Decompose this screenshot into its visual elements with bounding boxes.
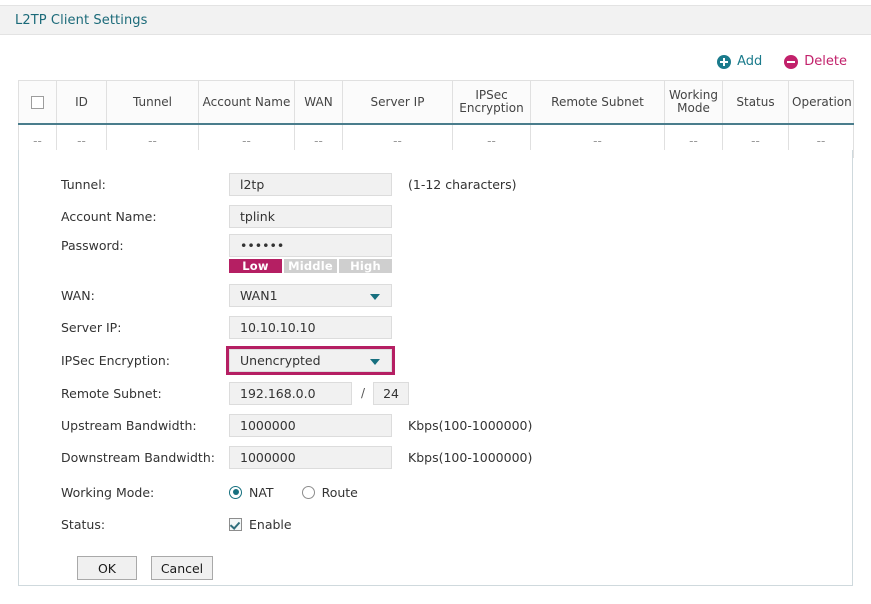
table-header-select-all[interactable] — [19, 81, 57, 125]
field-row-remote-subnet: Remote Subnet: / — [19, 377, 852, 409]
working-mode-radio-nat[interactable] — [229, 486, 242, 499]
add-button-label: Add — [737, 54, 762, 69]
remote-subnet-label: Remote Subnet: — [61, 386, 229, 401]
ipsec-encryption-select[interactable]: Unencrypted — [229, 349, 392, 372]
status-enable-label: Enable — [249, 517, 292, 532]
field-row-ipsec-encryption: IPSec Encryption: Unencrypted — [19, 343, 852, 377]
field-row-working-mode: Working Mode: NAT Route — [19, 476, 852, 508]
table-header-operation: Operation — [789, 81, 854, 125]
table-header-server-ip: Server IP — [343, 81, 453, 125]
remote-subnet-prefix-input[interactable] — [373, 382, 409, 405]
l2tp-client-settings-panel: Add Delete — [18, 45, 853, 586]
table-header-wan: WAN — [295, 81, 343, 125]
field-row-server-ip: Server IP: — [19, 311, 852, 343]
working-mode-radio-nat-label: NAT — [249, 485, 274, 500]
add-button[interactable]: Add — [717, 54, 762, 69]
select-all-checkbox[interactable] — [31, 96, 44, 109]
table-header-id: ID — [57, 81, 107, 125]
password-strength-middle: Middle — [284, 259, 337, 273]
wan-select-value[interactable]: WAN1 — [229, 284, 392, 307]
ipsec-encryption-select-value[interactable]: Unencrypted — [229, 349, 392, 372]
plus-circle-icon — [717, 55, 731, 69]
table-header-status: Status — [723, 81, 789, 125]
field-row-status: Status: Enable — [19, 508, 852, 540]
page-title: L2TP Client Settings — [15, 13, 148, 28]
field-row-downstream-bandwidth: Downstream Bandwidth: Kbps(100-1000000) — [19, 441, 852, 473]
delete-button[interactable]: Delete — [784, 54, 847, 69]
working-mode-label: Working Mode: — [61, 485, 229, 500]
status-enable-checkbox[interactable] — [229, 518, 242, 531]
account-name-label: Account Name: — [61, 209, 229, 224]
table-header-working-mode: Working Mode — [665, 81, 723, 125]
password-label: Password: — [61, 238, 229, 253]
tunnel-label: Tunnel: — [61, 177, 229, 192]
form-action-buttons: OK Cancel — [19, 556, 852, 580]
wan-select[interactable]: WAN1 — [229, 284, 392, 307]
field-row-account-name: Account Name: — [19, 200, 852, 232]
password-input[interactable] — [229, 234, 392, 257]
tunnel-hint: (1-12 characters) — [408, 177, 516, 192]
status-label: Status: — [61, 517, 229, 532]
field-row-password: Password: — [19, 232, 852, 258]
l2tp-client-edit-form: Tunnel: (1-12 characters) Account Name: … — [18, 150, 853, 586]
remote-subnet-separator: / — [361, 386, 365, 400]
table-toolbar: Add Delete — [717, 54, 847, 69]
field-row-tunnel: Tunnel: (1-12 characters) — [19, 168, 852, 200]
l2tp-client-table-wrapper: ID Tunnel Account Name WAN Server IP IPS… — [18, 80, 853, 158]
table-header-ipsec-encryption: IPSec Encryption — [453, 81, 531, 125]
upstream-bandwidth-input[interactable] — [229, 414, 392, 437]
upstream-bandwidth-hint: Kbps(100-1000000) — [408, 418, 532, 433]
table-header-account-name: Account Name — [199, 81, 295, 125]
downstream-bandwidth-input[interactable] — [229, 446, 392, 469]
ipsec-encryption-label: IPSec Encryption: — [61, 353, 229, 368]
cancel-button[interactable]: Cancel — [151, 556, 213, 580]
upstream-bandwidth-label: Upstream Bandwidth: — [61, 418, 229, 433]
tunnel-input[interactable] — [229, 173, 392, 196]
chevron-down-icon — [370, 294, 380, 300]
remote-subnet-address-input[interactable] — [229, 382, 352, 405]
ok-button[interactable]: OK — [77, 556, 137, 580]
l2tp-client-table: ID Tunnel Account Name WAN Server IP IPS… — [18, 80, 854, 158]
account-name-input[interactable] — [229, 205, 392, 228]
page-title-bar: L2TP Client Settings — [0, 5, 871, 35]
delete-button-label: Delete — [804, 54, 847, 69]
wan-label: WAN: — [61, 288, 229, 303]
password-strength-low: Low — [229, 259, 282, 273]
password-strength-high: High — [339, 259, 392, 273]
working-mode-radio-route[interactable] — [302, 486, 315, 499]
minus-circle-icon — [784, 55, 798, 69]
working-mode-radio-route-label: Route — [322, 485, 358, 500]
table-header-row: ID Tunnel Account Name WAN Server IP IPS… — [19, 81, 854, 125]
chevron-down-icon — [370, 359, 380, 365]
downstream-bandwidth-label: Downstream Bandwidth: — [61, 450, 229, 465]
table-header-tunnel: Tunnel — [107, 81, 199, 125]
field-row-upstream-bandwidth: Upstream Bandwidth: Kbps(100-1000000) — [19, 409, 852, 441]
password-strength-meter: Low Middle High — [19, 258, 852, 273]
field-row-wan: WAN: WAN1 — [19, 279, 852, 311]
downstream-bandwidth-hint: Kbps(100-1000000) — [408, 450, 532, 465]
server-ip-input[interactable] — [229, 316, 392, 339]
server-ip-label: Server IP: — [61, 320, 229, 335]
table-header-remote-subnet: Remote Subnet — [531, 81, 665, 125]
